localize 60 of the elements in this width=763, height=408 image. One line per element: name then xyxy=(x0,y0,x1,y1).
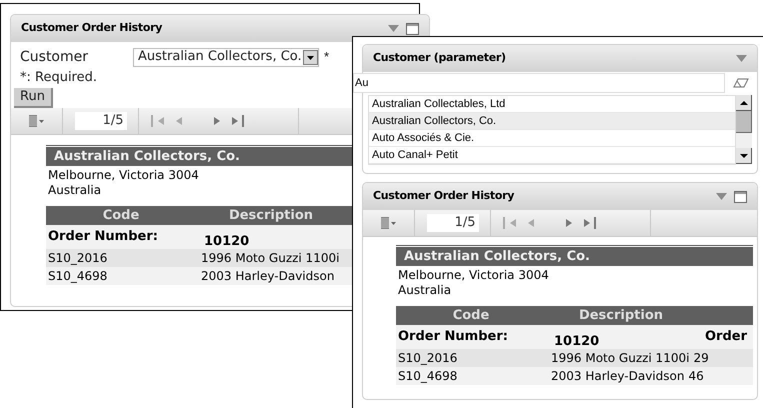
table-cell-text: 46 xyxy=(687,368,704,385)
dropdown-arrow-icon[interactable] xyxy=(302,50,318,64)
required-note: *: Required. xyxy=(19,69,98,86)
table-cell-text: S10_2016 xyxy=(47,250,108,267)
table-cell-text: S10_4698 xyxy=(47,268,108,285)
menu-icon[interactable] xyxy=(381,217,396,229)
field-label: Customer xyxy=(20,48,90,66)
previous-page-icon[interactable] xyxy=(527,217,535,229)
address-line: Melbourne, Victoria 3004 xyxy=(48,168,199,183)
list-item[interactable]: Australian Collectors, Co. xyxy=(369,113,735,130)
column-header[interactable]: Code xyxy=(452,306,490,325)
panel-title: Customer Order History xyxy=(373,188,514,204)
column-header[interactable]: Description xyxy=(228,206,314,225)
order-number: 10120 xyxy=(204,233,250,249)
next-page-icon[interactable] xyxy=(565,217,573,229)
table-cell-text: 1996 Moto Guzzi 1100i xyxy=(551,350,690,367)
order-label: Order Number: xyxy=(47,228,159,246)
table-cell-text: S10_2016 xyxy=(397,350,458,367)
eraser-icon[interactable] xyxy=(733,78,749,88)
collapse-icon[interactable] xyxy=(736,55,747,62)
panel-title: Customer Order History xyxy=(21,20,162,36)
customer-name-bar: Australian Collectors, Co. xyxy=(396,248,753,266)
table-cell-text: 29 xyxy=(692,350,709,367)
list-item[interactable]: Australian Collectables, Ltd xyxy=(369,96,735,113)
address-line: Australia xyxy=(398,283,452,298)
order-label: Order Number: xyxy=(397,328,509,346)
list-item[interactable]: Auto Canal+ Petit xyxy=(369,147,735,164)
list-item[interactable]: Auto Associés & Cie. xyxy=(369,130,735,147)
order-number: 10120 xyxy=(554,333,600,349)
menu-icon[interactable] xyxy=(29,115,44,127)
first-page-icon[interactable] xyxy=(151,115,165,127)
scroll-down-icon[interactable] xyxy=(736,148,752,164)
scrollbar-thumb[interactable] xyxy=(736,111,752,133)
address-line: Melbourne, Victoria 3004 xyxy=(398,268,549,283)
required-mark: * xyxy=(324,48,330,66)
page-field[interactable]: 1/5 xyxy=(426,214,478,232)
last-page-icon[interactable] xyxy=(231,115,245,127)
next-page-icon[interactable] xyxy=(213,115,221,127)
column-header[interactable]: Description xyxy=(578,306,664,325)
previous-page-icon[interactable] xyxy=(175,115,183,127)
collapse-icon[interactable] xyxy=(388,25,399,32)
last-page-icon[interactable] xyxy=(583,217,597,229)
maximize-icon[interactable] xyxy=(734,190,747,202)
table-cell-text: 1996 Moto Guzzi 1100i xyxy=(201,250,340,267)
search-field[interactable]: Au xyxy=(353,72,725,92)
scrollbar[interactable] xyxy=(736,95,752,164)
collapse-icon[interactable] xyxy=(716,193,727,200)
panel-title: Customer (parameter) xyxy=(373,50,506,66)
address-line: Australia xyxy=(48,183,102,198)
page-field[interactable]: 1/5 xyxy=(74,112,126,130)
maximize-icon[interactable] xyxy=(406,22,419,34)
customer-select[interactable]: Australian Collectors, Co. xyxy=(133,48,319,66)
run-button[interactable]: Run xyxy=(14,88,53,108)
first-page-icon[interactable] xyxy=(503,217,517,229)
table-cell-text: S10_4698 xyxy=(397,368,458,385)
table-cell-text: 2003 Harley-Davidson xyxy=(551,368,684,385)
scroll-up-icon[interactable] xyxy=(736,95,752,111)
column-label: Order xyxy=(705,328,748,346)
table-cell-text: 2003 Harley-Davidson xyxy=(201,268,334,285)
column-header[interactable]: Code xyxy=(102,206,140,225)
